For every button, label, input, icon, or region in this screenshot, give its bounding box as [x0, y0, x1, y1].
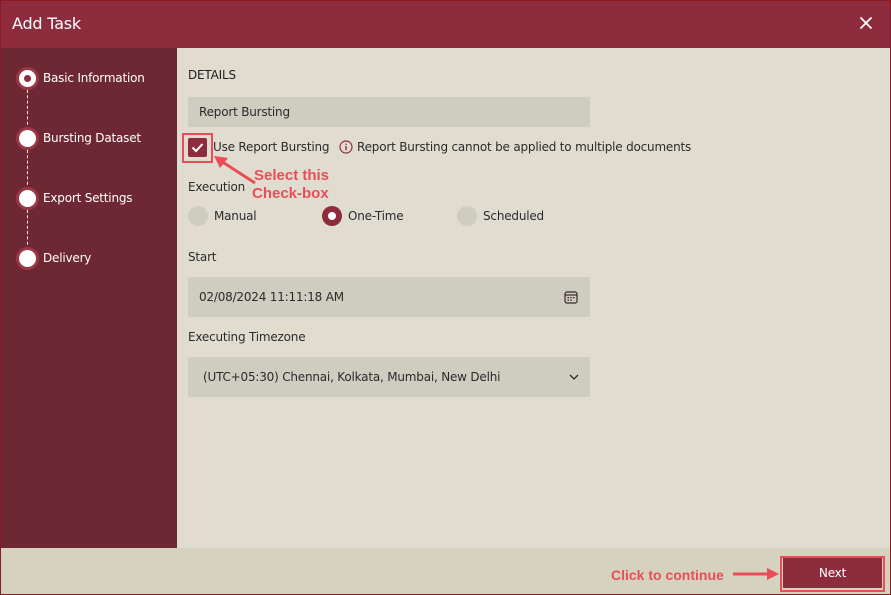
- step-indicator-icon: [16, 186, 39, 210]
- step-export-settings[interactable]: Export Settings: [16, 186, 133, 210]
- task-name-input[interactable]: Report Bursting: [188, 97, 590, 127]
- next-hint-text: Click to continue: [611, 567, 724, 583]
- step-label: Bursting Dataset: [43, 131, 141, 145]
- dialog-footer: Next: [1, 548, 890, 594]
- checkbox-hint-line-1: Select this: [254, 167, 330, 184]
- radio-label: Scheduled: [483, 209, 544, 223]
- checkmark-icon: [191, 142, 204, 152]
- timezone-value: (UTC+05:30) Chennai, Kolkata, Mumbai, Ne…: [203, 370, 501, 384]
- step-delivery[interactable]: Delivery: [16, 246, 92, 270]
- dialog-title: Add Task: [12, 14, 81, 33]
- execution-label: Execution: [188, 180, 246, 194]
- step-label: Basic Information: [43, 71, 145, 85]
- execution-option-one-time[interactable]: One-Time: [322, 206, 404, 226]
- close-button[interactable]: [856, 13, 876, 33]
- start-datetime-value: 02/08/2024 11:11:18 AM: [199, 290, 344, 304]
- radio-unchecked-icon: [457, 206, 477, 226]
- use-report-bursting-row: Use Report Bursting: [188, 136, 330, 158]
- step-connector: [27, 90, 28, 130]
- radio-label: One-Time: [348, 209, 404, 223]
- radio-checked-icon: [322, 206, 342, 226]
- execution-option-manual[interactable]: Manual: [188, 206, 257, 226]
- step-connector: [27, 150, 28, 190]
- info-message: Report Bursting cannot be applied to mul…: [339, 140, 691, 154]
- step-label: Delivery: [43, 251, 92, 265]
- wizard-steps-sidebar: Basic Information Bursting Dataset Expor…: [1, 48, 177, 548]
- calendar-button[interactable]: [564, 290, 578, 304]
- info-text: Report Bursting cannot be applied to mul…: [357, 140, 692, 154]
- section-title: DETAILS: [188, 68, 236, 82]
- start-label: Start: [188, 250, 217, 264]
- step-connector: [27, 210, 28, 250]
- details-panel: DETAILS Report Bursting Use Report Burst…: [177, 48, 890, 548]
- close-icon: [859, 16, 873, 30]
- next-button[interactable]: Next: [783, 558, 882, 588]
- use-report-bursting-checkbox[interactable]: [188, 137, 207, 157]
- step-indicator-icon: [16, 126, 39, 150]
- step-basic-information[interactable]: Basic Information: [16, 66, 145, 90]
- checkbox-hint-line-2: Check-box: [252, 185, 329, 202]
- calendar-icon: [564, 290, 578, 304]
- timezone-select[interactable]: (UTC+05:30) Chennai, Kolkata, Mumbai, Ne…: [188, 357, 590, 397]
- step-indicator-icon: [16, 246, 39, 270]
- step-label: Export Settings: [43, 191, 133, 205]
- chevron-down-icon: [569, 374, 579, 380]
- radio-unchecked-icon: [188, 206, 208, 226]
- timezone-label: Executing Timezone: [188, 330, 306, 344]
- info-icon: [339, 140, 353, 154]
- radio-label: Manual: [214, 209, 257, 223]
- add-task-dialog: Add Task Basic Information Bursting Data…: [0, 0, 891, 595]
- title-bar: Add Task: [1, 1, 890, 48]
- timezone-dropdown-toggle[interactable]: [568, 373, 580, 381]
- step-active-indicator-icon: [16, 66, 39, 90]
- step-bursting-dataset[interactable]: Bursting Dataset: [16, 126, 141, 150]
- use-report-bursting-label[interactable]: Use Report Bursting: [213, 140, 330, 154]
- execution-option-scheduled[interactable]: Scheduled: [457, 206, 544, 226]
- task-name-value: Report Bursting: [199, 105, 290, 119]
- start-datetime-input[interactable]: 02/08/2024 11:11:18 AM: [188, 277, 590, 317]
